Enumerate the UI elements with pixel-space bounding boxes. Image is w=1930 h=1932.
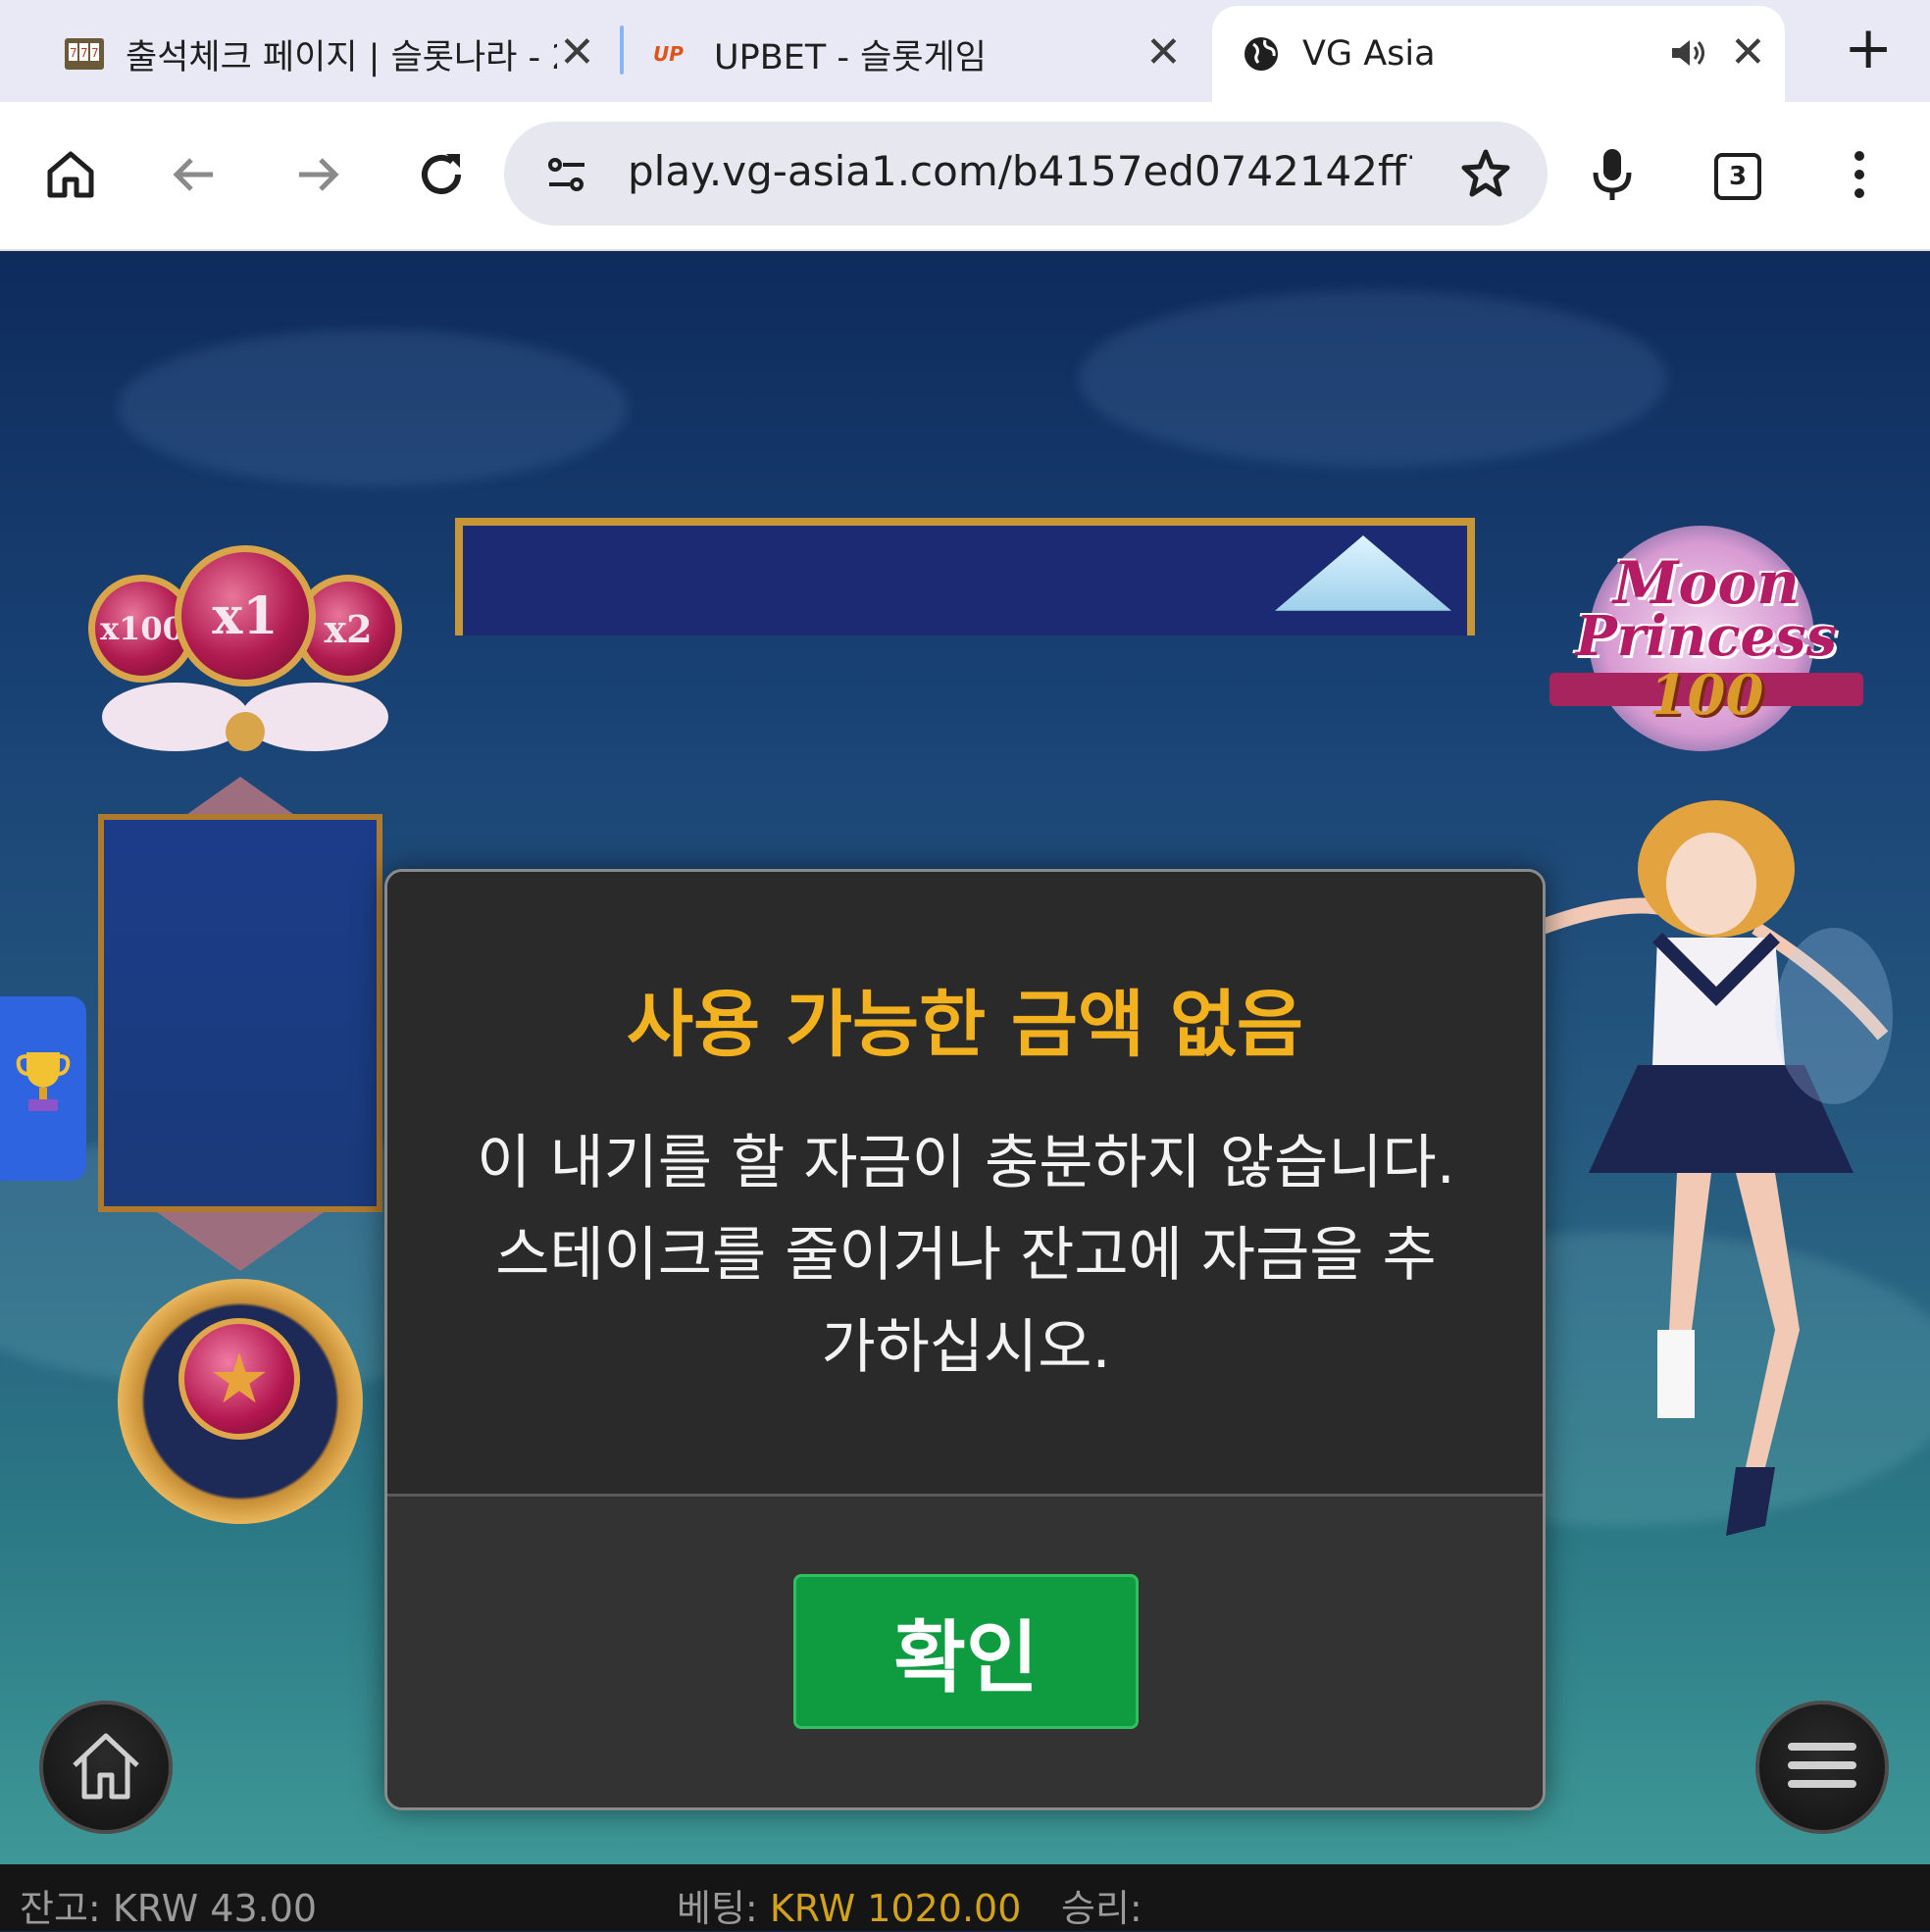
hamburger-menu-icon xyxy=(1786,1739,1858,1796)
new-tab-icon[interactable]: + xyxy=(1844,14,1893,82)
url-text[interactable]: play.vg-asia1.com/b4157ed0742142ff75a8 xyxy=(628,147,1412,195)
dialog-message-line: 스테이크를 줄이거나 잔고에 자금을 추 xyxy=(495,1221,1437,1290)
tab-title: UPBET - 슬롯게임 xyxy=(714,37,987,77)
trophy-button[interactable] xyxy=(0,996,86,1181)
tab-switcher-button[interactable]: 3 xyxy=(1714,153,1761,200)
reload-icon[interactable] xyxy=(410,143,473,206)
svg-text:7: 7 xyxy=(80,46,88,60)
close-icon[interactable]: ✕ xyxy=(559,27,595,77)
slot-machine-icon: 777 xyxy=(63,32,106,76)
wing-decoration xyxy=(241,683,388,751)
upbet-logo-icon: UP xyxy=(651,32,694,76)
dialog-title: 사용 가능한 금액 없음 xyxy=(626,983,1303,1067)
win-label: 승리: xyxy=(1061,1887,1143,1930)
insufficient-funds-dialog: 사용 가능한 금액 없음 이 내기를 할 자금이 충분하지 않습니다. 스테이크… xyxy=(384,869,1546,1810)
tab-strip: 777 출석체크 페이지 | 슬롯나라 - 2 ✕ UP UPBET - 슬롯게… xyxy=(0,0,1930,102)
balance-display: 잔고: KRW 43.00 xyxy=(20,1878,317,1932)
background-cloud xyxy=(1079,290,1667,467)
tab-separator xyxy=(620,25,624,75)
home-icon xyxy=(65,1724,147,1810)
game-menu-button[interactable] xyxy=(1755,1701,1889,1834)
forward-arrow-icon[interactable] xyxy=(286,143,349,206)
star-icon: ★ xyxy=(178,1318,300,1440)
game-viewport[interactable]: x100 x2 x1 ★ Moon Princess 100 사용 가능한 금액… xyxy=(0,251,1930,1864)
balance-value: KRW 43.00 xyxy=(112,1887,318,1930)
multiplier-ball-active: x1 xyxy=(175,545,316,686)
dialog-message-line: 이 내기를 할 자금이 충분하지 않습니다. xyxy=(477,1129,1455,1197)
dialog-message: 이 내기를 할 자금이 충분하지 않습니다. 스테이크를 줄이거나 잔고에 자금… xyxy=(446,1117,1486,1394)
more-options-icon[interactable] xyxy=(1828,143,1891,206)
balance-label: 잔고: xyxy=(20,1887,101,1930)
svg-text:7: 7 xyxy=(70,46,77,60)
dialog-message-line: 가하십시오. xyxy=(821,1313,1111,1382)
game-home-button[interactable] xyxy=(39,1701,173,1834)
microphone-icon[interactable] xyxy=(1581,143,1644,206)
close-icon[interactable]: ✕ xyxy=(1145,27,1182,77)
back-arrow-icon[interactable] xyxy=(163,143,226,206)
moon-princess-logo: Moon Princess 100 xyxy=(1549,526,1863,751)
site-settings-icon[interactable] xyxy=(543,151,590,202)
tab-vg-asia[interactable]: VG Asia ✕ xyxy=(1212,6,1785,102)
svg-text:7: 7 xyxy=(91,46,99,60)
address-bar[interactable]: play.vg-asia1.com/b4157ed0742142ff75a8 xyxy=(504,122,1548,226)
close-icon[interactable]: ✕ xyxy=(1730,27,1766,77)
win-display: 승리: xyxy=(1061,1878,1143,1932)
bet-value: KRW 1020.00 xyxy=(769,1887,1022,1930)
moon-feature-emblem: ★ xyxy=(118,1279,363,1524)
logo-line-100: 100 xyxy=(1649,663,1764,728)
logo-line-princess: Princess xyxy=(1575,604,1838,669)
home-icon[interactable] xyxy=(39,143,102,206)
bookmark-star-icon[interactable] xyxy=(1459,147,1512,204)
game-status-bar: 잔고: KRW 43.00 베팅: KRW 1020.00 승리: xyxy=(0,1864,1930,1931)
bet-label: 베팅: xyxy=(677,1887,758,1930)
princess-character xyxy=(1540,800,1893,1536)
tab-attendance[interactable]: 777 출석체크 페이지 | 슬롯나라 - 2 ✕ xyxy=(63,6,612,102)
feature-panel xyxy=(98,814,382,1212)
background-cloud xyxy=(118,330,628,486)
svg-text:UP: UP xyxy=(653,42,684,66)
speaker-icon[interactable] xyxy=(1667,33,1706,81)
trophy-icon xyxy=(15,1046,72,1132)
bet-display: 베팅: KRW 1020.00 xyxy=(677,1878,1021,1932)
multiplier-display: x100 x2 x1 xyxy=(88,545,402,761)
confirm-button[interactable]: 확인 xyxy=(793,1574,1139,1729)
tab-upbet[interactable]: UP UPBET - 슬롯게임 ✕ xyxy=(651,6,1200,102)
globe-icon xyxy=(1240,32,1283,76)
browser-toolbar: play.vg-asia1.com/b4157ed0742142ff75a8 3 xyxy=(0,102,1930,251)
gem-decoration xyxy=(226,712,265,751)
tab-title: 출석체크 페이지 | 슬롯나라 - 2 xyxy=(126,37,557,77)
tab-title: VG Asia xyxy=(1302,34,1436,74)
